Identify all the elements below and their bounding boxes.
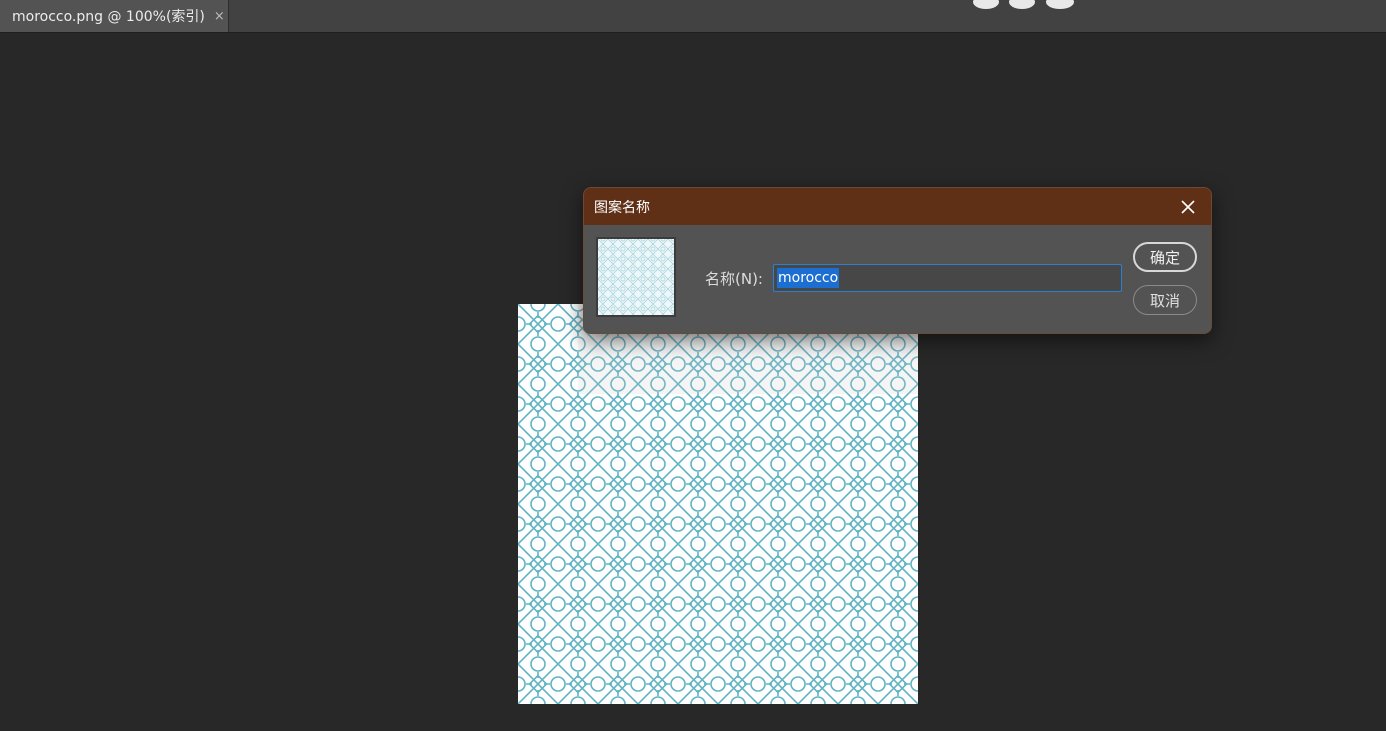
name-label: 名称(N):	[705, 270, 763, 288]
document-canvas[interactable]	[518, 304, 918, 704]
ok-button[interactable]: 确定	[1133, 242, 1197, 272]
pattern-thumbnail	[596, 237, 676, 317]
pattern-name-dialog: 图案名称 名称(N): morocco 确定 取消	[583, 187, 1212, 334]
decorative-icons	[973, 0, 1074, 9]
tab-close-icon[interactable]: ×	[214, 9, 225, 24]
dialog-title: 图案名称	[594, 200, 650, 216]
pattern-name-value: morocco	[777, 268, 840, 288]
dialog-titlebar[interactable]: 图案名称	[584, 188, 1211, 225]
document-tab-title: morocco.png @ 100%(索引)	[12, 9, 205, 25]
cancel-button[interactable]: 取消	[1133, 285, 1197, 315]
pattern-name-input[interactable]: morocco	[773, 264, 1122, 292]
pattern-image	[518, 304, 918, 704]
document-tab[interactable]: morocco.png @ 100%(索引) ×	[0, 0, 229, 32]
close-icon[interactable]	[1178, 197, 1198, 217]
pattern-thumbnail-image	[598, 239, 674, 315]
document-tab-bar: morocco.png @ 100%(索引) ×	[0, 0, 1386, 33]
